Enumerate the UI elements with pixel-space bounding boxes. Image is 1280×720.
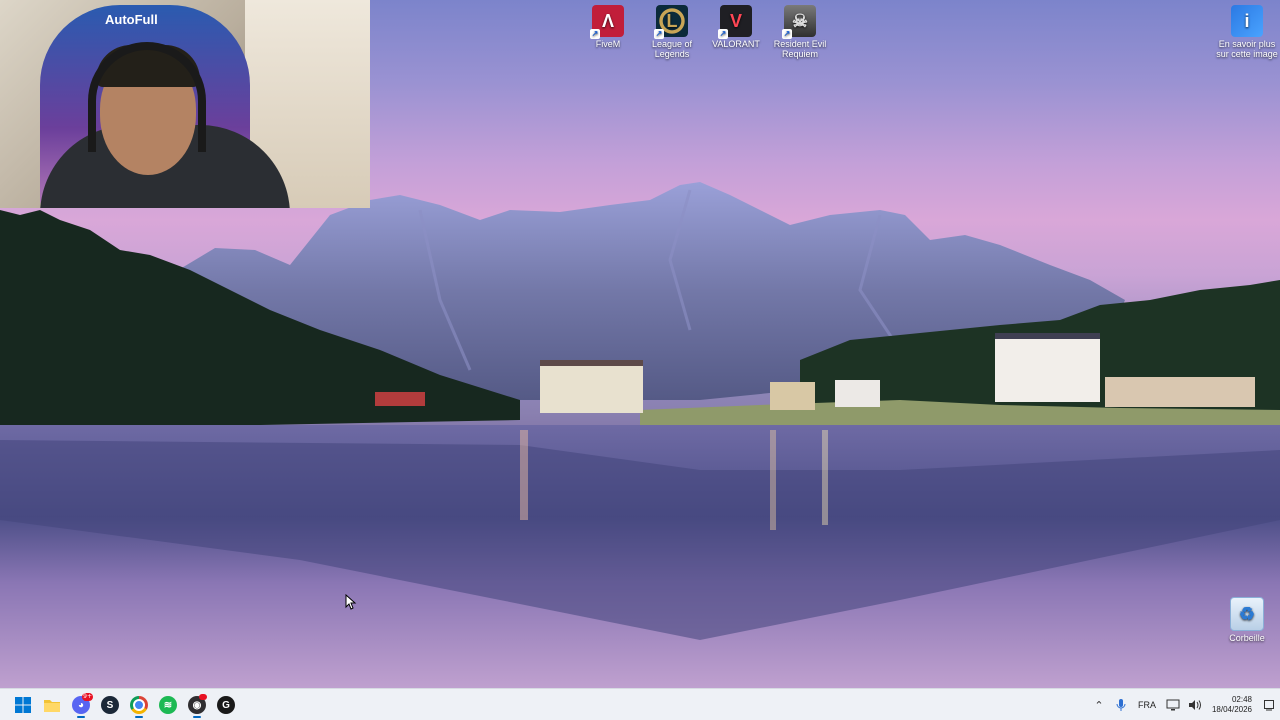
input-language-indicator[interactable]: FRA <box>1132 700 1162 710</box>
microphone-icon[interactable] <box>1110 694 1132 716</box>
notifications-bell-icon[interactable] <box>1258 694 1280 716</box>
taskbar-obs[interactable]: ◉ <box>183 691 211 719</box>
taskbar-spotify[interactable]: ≋ <box>154 691 182 719</box>
webcam-overlay: AutoFull <box>0 0 370 208</box>
desktop-shortcut-label: League of Legends <box>651 39 693 59</box>
desktop-shortcut-label: FiveM <box>595 39 621 49</box>
desktop-shortcut-valorant[interactable]: V ↗ VALORANT <box>701 5 771 49</box>
clock-time: 02:48 <box>1231 695 1252 704</box>
steam-icon: S <box>101 696 119 714</box>
taskbar: ◕ 9+ S ≋ ◉ G ⌃ FRA 02:48 18/04/2026 <box>0 688 1280 720</box>
taskbar-file-explorer[interactable] <box>38 691 66 719</box>
desktop-shortcut-league-of-legends[interactable]: L ↗ League of Legends <box>637 5 707 59</box>
taskbar-app-g[interactable]: G <box>212 691 240 719</box>
mouse-cursor-icon <box>345 594 357 610</box>
start-button[interactable] <box>9 691 37 719</box>
system-tray: ⌃ FRA 02:48 18/04/2026 <box>1088 689 1280 720</box>
resident-evil-icon: ☠ ↗ <box>782 5 816 39</box>
desktop-recycle-bin[interactable]: ♻ Corbeille <box>1212 597 1280 643</box>
recycle-bin-label: Corbeille <box>1229 633 1265 643</box>
headset <box>88 42 206 152</box>
network-icon[interactable] <box>1162 694 1184 716</box>
volume-icon[interactable] <box>1184 694 1206 716</box>
league-of-legends-icon: L ↗ <box>654 5 688 39</box>
desktop-shortcut-label: Resident Evil Requiem <box>773 39 827 59</box>
desktop-shortcut-resident-evil[interactable]: ☠ ↗ Resident Evil Requiem <box>765 5 835 59</box>
hotel-center <box>540 363 643 413</box>
chair-logo-text: AutoFull <box>105 12 158 27</box>
taskbar-steam[interactable]: S <box>96 691 124 719</box>
desktop-shortcut-fivem[interactable]: Λ ↗ FiveM <box>573 5 643 49</box>
show-hidden-icons-chevron-icon[interactable]: ⌃ <box>1088 694 1110 716</box>
hotel-right <box>995 336 1100 402</box>
folder-icon <box>44 700 60 712</box>
taskbar-chrome[interactable] <box>125 691 153 719</box>
spotlight-info-icon: i <box>1231 5 1263 37</box>
recycle-bin-icon: ♻ <box>1230 597 1264 631</box>
clock-date: 18/04/2026 <box>1211 705 1252 714</box>
spotify-icon: ≋ <box>159 696 177 714</box>
desktop-shortcut-label: VALORANT <box>712 39 760 49</box>
chrome-icon <box>130 696 148 714</box>
recording-dot <box>199 694 207 700</box>
taskbar-clock[interactable]: 02:48 18/04/2026 <box>1206 695 1258 715</box>
desktop-spotlight-info[interactable]: i En savoir plus sur cette image <box>1212 5 1280 59</box>
g-app-icon: G <box>217 696 235 714</box>
windows-logo-icon <box>15 697 31 713</box>
taskbar-discord[interactable]: ◕ 9+ <box>67 691 95 719</box>
spotlight-label: En savoir plus sur cette image <box>1216 39 1278 59</box>
valorant-icon: V ↗ <box>718 5 752 39</box>
notification-badge: 9+ <box>82 693 93 701</box>
fivem-icon: Λ ↗ <box>590 5 624 39</box>
